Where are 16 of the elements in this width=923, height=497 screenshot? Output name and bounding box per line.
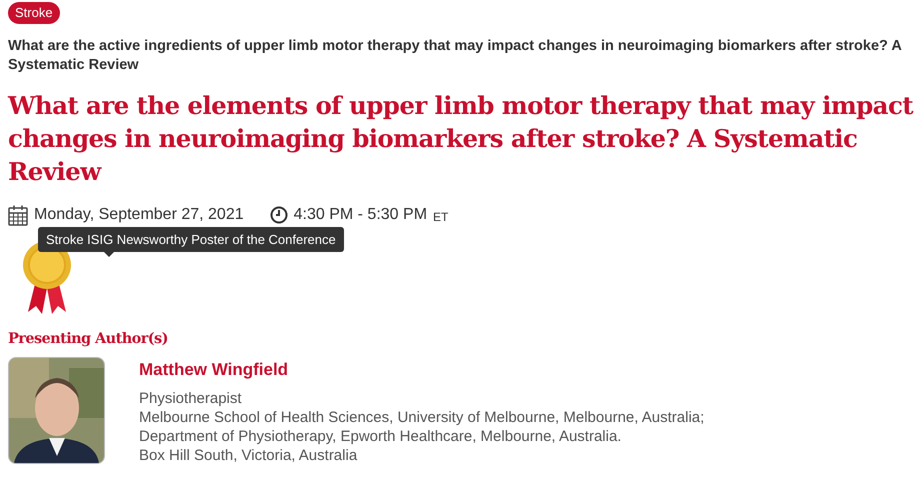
category-tag[interactable]: Stroke <box>8 2 60 24</box>
calendar-icon <box>8 204 28 226</box>
clock-icon <box>270 206 288 224</box>
author-detail: Box Hill South, Victoria, Australia <box>139 446 358 465</box>
tooltip-pointer-icon <box>104 252 114 257</box>
author-name[interactable]: Matthew Wingfield <box>139 360 704 380</box>
author-detail: Melbourne School of Health Sciences, University of Melbourne, Melbourne, Australia; <box>139 408 704 427</box>
author-detail: Department of Physiotherapy, Epworth Healthcare, Melbourne, Australia. <box>139 427 622 446</box>
session-time: 4:30 PM - 5:30 PM <box>294 206 428 224</box>
abstract-title: What are the elements of upper limb motor therapy that may impact changes in neuroimaging biomarkers after stroke? A Systematic Review <box>8 90 914 188</box>
author-detail: Physiotherapist <box>139 389 243 408</box>
session-date: Monday, September 27, 2021 <box>34 206 244 224</box>
award-tooltip: Stroke ISIG Newsworthy Poster of the Conference <box>38 227 344 252</box>
abstract-subtitle: What are the active ingredients of upper limb motor therapy that may impact changes in neuroimaging biomarkers after stroke? A Systematic Review <box>8 37 902 75</box>
section-heading: Presenting Author(s) <box>8 330 169 347</box>
timezone: ET <box>433 210 448 224</box>
